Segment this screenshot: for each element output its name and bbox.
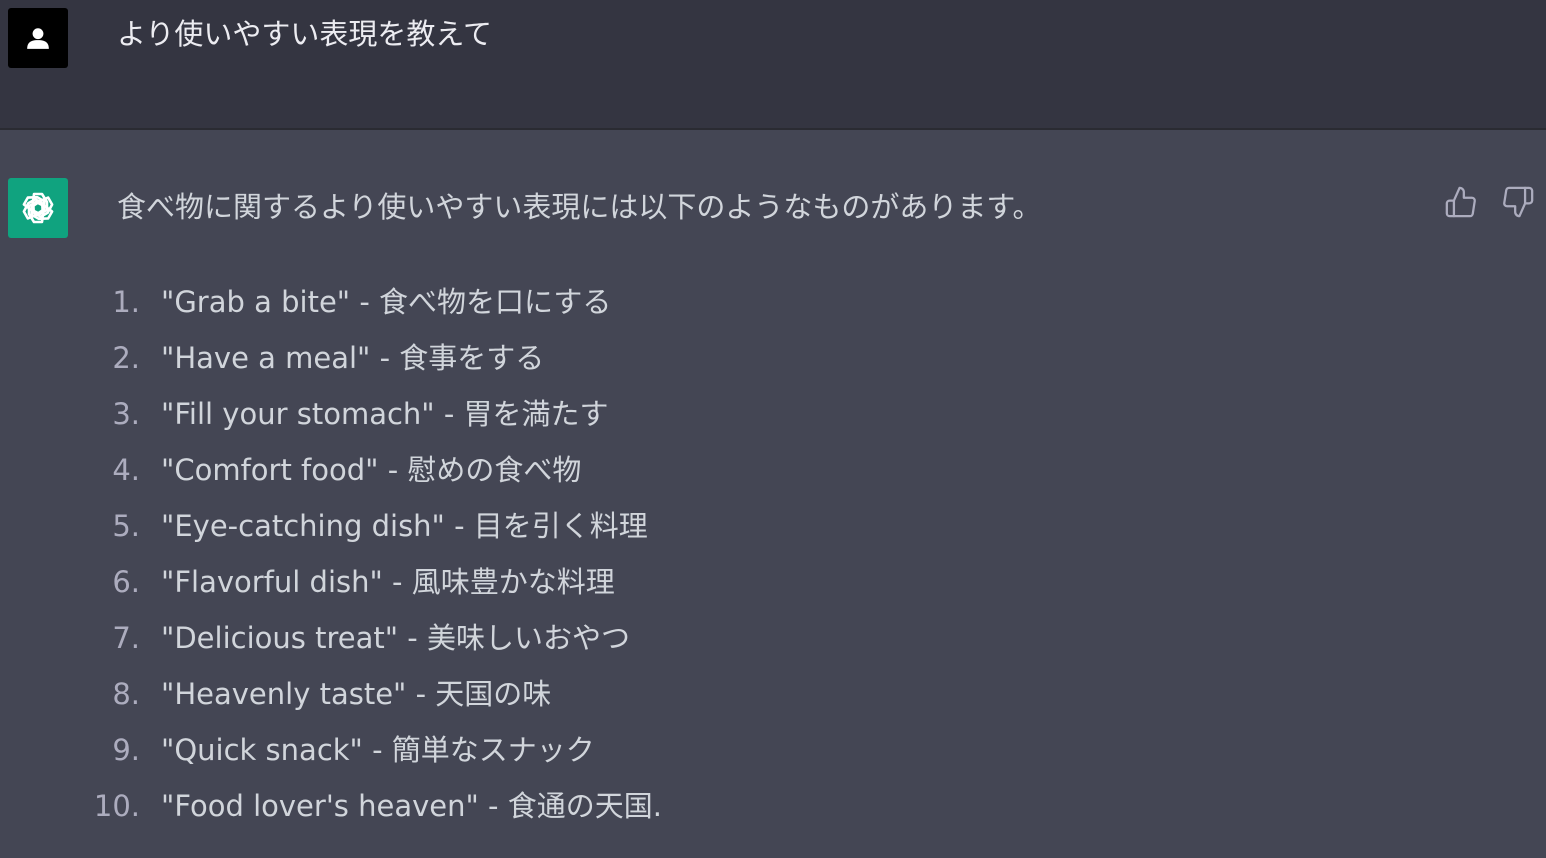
list-item-text: "Have a meal" - 食事をする [161, 341, 545, 375]
list-item-number: 2. [112, 341, 140, 375]
user-message-text: より使いやすい表現を教えて [117, 17, 492, 51]
list-item-text: "Delicious treat" - 美味しいおやつ [161, 621, 630, 655]
list-item-text: "Comfort food" - 慰めの食べ物 [161, 453, 582, 487]
list-item: 1. "Grab a bite" - 食べ物を口にする [0, 280, 800, 336]
assistant-intro-text: 食べ物に関するより使いやすい表現には以下のようなものがあります。 [117, 190, 1042, 224]
list-item-text: "Grab a bite" - 食べ物を口にする [161, 285, 612, 319]
openai-logo-icon [22, 192, 54, 224]
list-item-text: "Eye-catching dish" - 目を引く料理 [161, 509, 648, 543]
list-item: 4. "Comfort food" - 慰めの食べ物 [0, 448, 800, 504]
thumbs-up-icon [1445, 186, 1476, 218]
list-item-number: 10. [93, 789, 140, 823]
list-item-text: "Quick snack" - 簡単なスナック [161, 733, 595, 767]
thumbs-up-button[interactable] [1443, 184, 1479, 220]
list-item-number: 1. [112, 285, 140, 319]
thumbs-down-button[interactable] [1500, 184, 1536, 220]
answer-list: 1. "Grab a bite" - 食べ物を口にする 2. "Have a meal… [0, 280, 800, 840]
list-item-text: "Food lover's heaven" - 食通の天国. [161, 789, 662, 823]
list-item: 8. "Heavenly taste" - 天国の味 [0, 672, 800, 728]
user-silhouette-icon [27, 28, 49, 49]
list-item-number: 5. [112, 509, 140, 543]
list-item: 10. "Food lover's heaven" - 食通の天国. [0, 784, 800, 840]
list-item-number: 3. [112, 397, 140, 431]
user-avatar [8, 8, 68, 68]
list-item-text: "Heavenly taste" - 天国の味 [161, 677, 552, 711]
list-item-text: "Flavorful dish" - 風味豊かな料理 [161, 565, 615, 599]
list-item-text: "Fill your stomach" - 胃を満たす [161, 397, 609, 431]
list-item: 9. "Quick snack" - 簡単なスナック [0, 728, 800, 784]
list-item-number: 4. [112, 453, 140, 487]
list-item: 3. "Fill your stomach" - 胃を満たす [0, 392, 800, 448]
list-item: 2. "Have a meal" - 食事をする [0, 336, 800, 392]
list-item: 6. "Flavorful dish" - 風味豊かな料理 [0, 560, 800, 616]
list-item-number: 8. [112, 677, 140, 711]
list-item: 5. "Eye-catching dish" - 目を引く料理 [0, 504, 800, 560]
thumbs-down-icon [1503, 186, 1534, 218]
list-item: 7. "Delicious treat" - 美味しいおやつ [0, 616, 800, 672]
list-item-number: 9. [112, 733, 140, 767]
list-item-number: 7. [112, 621, 140, 655]
user-message-row: より使いやすい表現を教えて [0, 0, 1546, 130]
list-item-number: 6. [112, 565, 140, 599]
assistant-avatar [8, 178, 68, 238]
